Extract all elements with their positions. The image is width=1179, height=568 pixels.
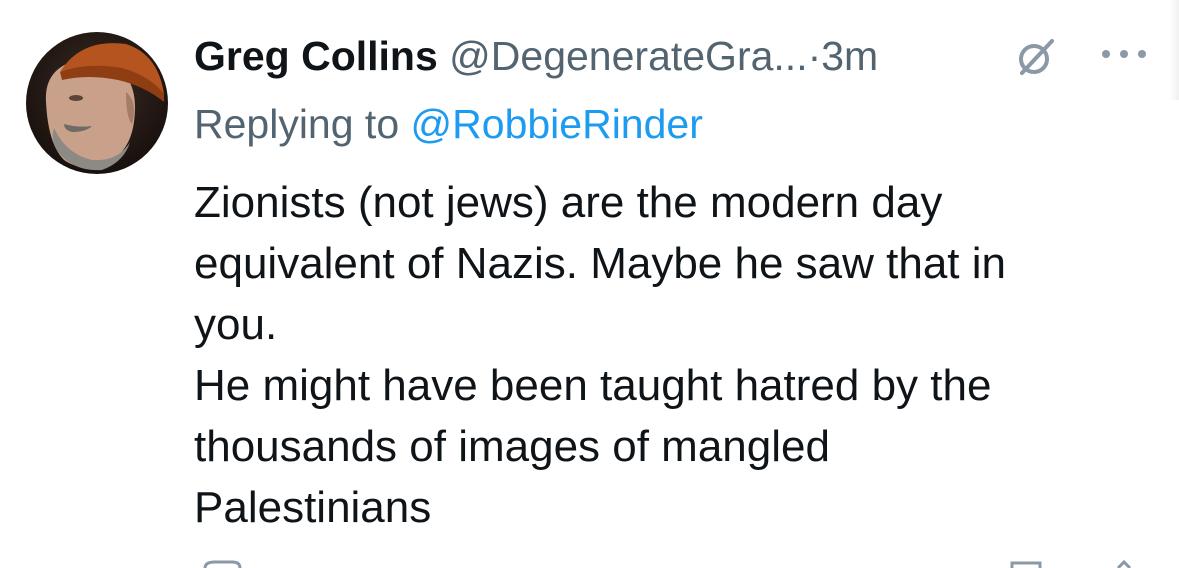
tweet-timestamp[interactable]: 3m xyxy=(821,33,878,79)
user-avatar-photo-icon xyxy=(26,32,168,174)
tweet-body-line: thousands of images of mangled xyxy=(194,422,830,471)
edge-shadow xyxy=(1169,0,1179,100)
tweet-body-line: He might have been taught hatred by the xyxy=(194,361,992,410)
slashed-circle-icon[interactable] xyxy=(1012,33,1060,81)
tweet-body: Zionists (not jews) are the modern day e… xyxy=(194,172,1154,538)
reply-context: Replying to @RobbieRinder xyxy=(194,96,703,152)
author-name[interactable]: Greg Collins xyxy=(194,33,438,79)
author-handle[interactable]: @DegenerateGra... xyxy=(449,33,807,79)
more-options-icon[interactable] xyxy=(1098,44,1150,64)
tweet-body-line: equivalent of Nazis. Maybe he saw that i… xyxy=(194,239,1007,288)
reply-prefix: Replying to xyxy=(194,101,400,147)
avatar[interactable] xyxy=(26,32,168,174)
reply-mention-link[interactable]: @RobbieRinder xyxy=(411,101,703,147)
tweet-body-line: you. xyxy=(194,300,278,349)
action-bar-partial xyxy=(203,560,1132,568)
tweet-header: Greg Collins @DegenerateGra...·3m xyxy=(194,28,1154,84)
tweet-body-line: Palestinians xyxy=(194,483,432,532)
tweet-body-line: Zionists (not jews) are the modern day xyxy=(194,178,943,227)
tweet-card: Greg Collins @DegenerateGra...·3m Replyi… xyxy=(0,0,1179,568)
separator-dot: · xyxy=(807,33,822,79)
